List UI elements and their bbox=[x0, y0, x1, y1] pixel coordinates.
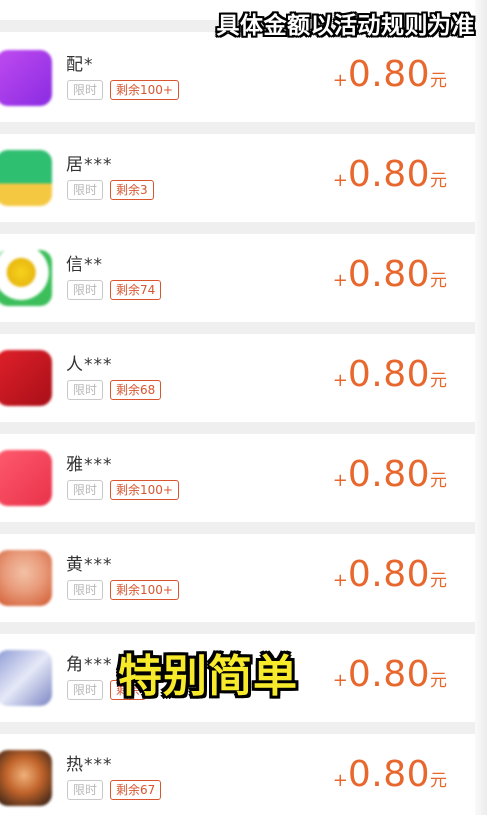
purple-app-icon bbox=[0, 50, 52, 106]
limited-time-tag: 限时 bbox=[67, 80, 104, 100]
remaining-tag: 剩余3 bbox=[110, 180, 154, 200]
remaining-tag: 剩余74 bbox=[110, 280, 162, 300]
app-name: 雅*** bbox=[66, 455, 113, 475]
remaining-tag: 剩余67 bbox=[110, 780, 162, 800]
top-banner-text: 具体金额以活动规则为准 bbox=[216, 13, 475, 39]
pink-app-icon bbox=[0, 450, 52, 506]
reward-item[interactable]: 配* 限时 剩余100+ +0.80元 bbox=[0, 44, 475, 132]
reward-amount: +0.80元 bbox=[332, 354, 447, 395]
app-name: 人*** bbox=[66, 355, 113, 375]
reward-list-page: 配* 限时 剩余100+ +0.80元 居*** 限时 剩余3 +0.80元 信… bbox=[0, 0, 487, 815]
app-name: 角*** bbox=[66, 655, 113, 675]
app-name: 居*** bbox=[66, 155, 113, 175]
limited-time-tag: 限时 bbox=[67, 180, 104, 200]
remaining-tag: 剩余68 bbox=[110, 380, 162, 400]
reward-amount: +0.80元 bbox=[332, 454, 447, 495]
right-edge-shade bbox=[475, 0, 487, 815]
avatar-app-icon bbox=[0, 550, 52, 606]
anime-app-icon bbox=[0, 650, 52, 706]
red-app-icon bbox=[0, 350, 52, 406]
reward-item[interactable]: 雅*** 限时 剩余100+ +0.80元 bbox=[0, 444, 475, 532]
limited-time-tag: 限时 bbox=[67, 380, 104, 400]
reward-item[interactable]: 信** 限时 剩余74 +0.80元 bbox=[0, 244, 475, 332]
reward-amount: +0.80元 bbox=[332, 154, 447, 195]
reward-amount: +0.80元 bbox=[332, 254, 447, 295]
limited-time-tag: 限时 bbox=[67, 480, 104, 500]
app-name: 黄*** bbox=[66, 555, 113, 575]
sunflower-app-icon bbox=[0, 250, 52, 306]
app-name: 热*** bbox=[66, 755, 113, 775]
limited-time-tag: 限时 bbox=[67, 580, 104, 600]
video-caption: 特别简单 bbox=[118, 651, 298, 702]
reward-item[interactable]: 黄*** 限时 剩余100+ +0.80元 bbox=[0, 544, 475, 632]
reward-item[interactable]: 居*** 限时 剩余3 +0.80元 bbox=[0, 144, 475, 232]
green-app-icon bbox=[0, 150, 52, 206]
limited-time-tag: 限时 bbox=[67, 680, 104, 700]
reward-amount: +0.80元 bbox=[332, 554, 447, 595]
reward-amount: +0.80元 bbox=[332, 754, 447, 795]
app-name: 配* bbox=[66, 55, 94, 75]
reward-amount: +0.80元 bbox=[332, 654, 447, 695]
limited-time-tag: 限时 bbox=[67, 280, 104, 300]
remaining-tag: 剩余100+ bbox=[110, 480, 179, 500]
reward-item[interactable]: 热*** 限时 剩余67 +0.80元 bbox=[0, 744, 475, 832]
reward-amount: +0.80元 bbox=[332, 54, 447, 95]
limited-time-tag: 限时 bbox=[67, 780, 104, 800]
reward-item[interactable]: 人*** 限时 剩余68 +0.80元 bbox=[0, 344, 475, 432]
game-app-icon bbox=[0, 750, 52, 806]
app-name: 信** bbox=[66, 255, 103, 275]
remaining-tag: 剩余100+ bbox=[110, 80, 179, 100]
remaining-tag: 剩余100+ bbox=[110, 580, 179, 600]
